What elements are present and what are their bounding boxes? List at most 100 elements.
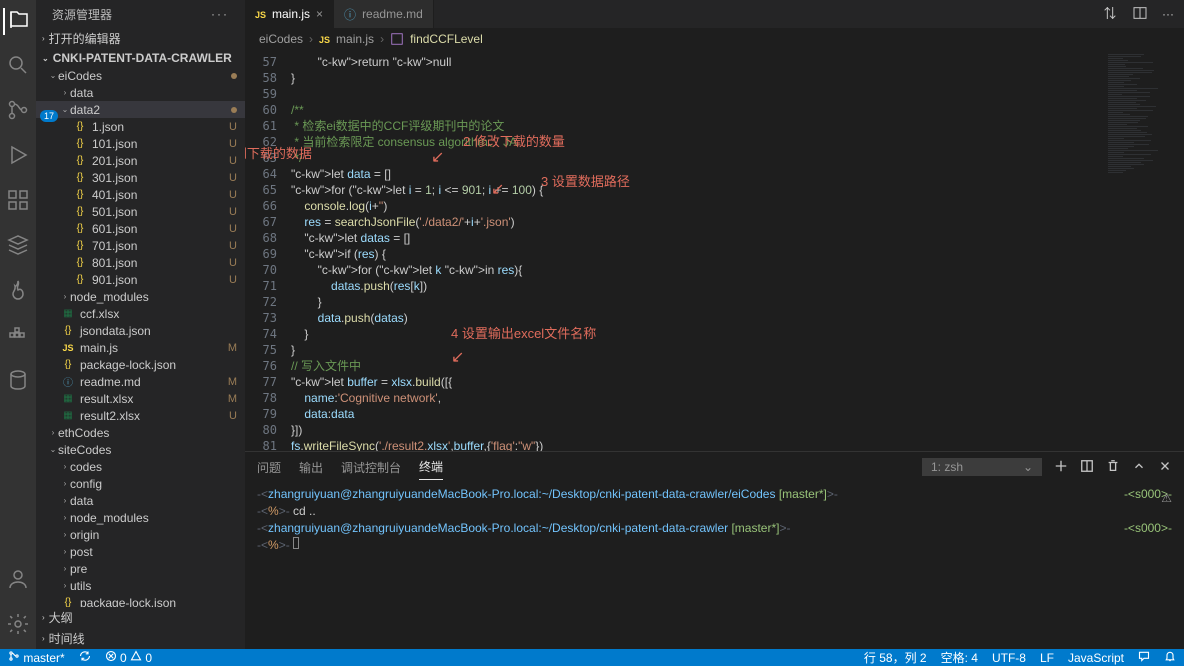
status-bar: master* 0 0 行 58，列 2 空格: 4 UTF-8 LF Java… [0, 649, 1184, 666]
timeline-label: 时间线 [49, 630, 85, 647]
split-editor-icon[interactable] [1132, 5, 1148, 24]
tab-readme[interactable]: readme.md [334, 0, 434, 28]
project-section[interactable]: ⌄CNKI-PATENT-DATA-CRAWLER [36, 49, 245, 67]
term-s000: s000 [1135, 521, 1161, 535]
folder-sub[interactable]: ›data [36, 492, 245, 509]
file-result[interactable]: result.xlsxM [36, 390, 245, 407]
file-json[interactable]: 201.jsonU [36, 152, 245, 169]
json-icon [60, 595, 76, 608]
indent-status[interactable]: 空格: 4 [941, 649, 978, 666]
close-icon[interactable]: × [316, 7, 323, 21]
folder-sub[interactable]: ›codes [36, 458, 245, 475]
file-json[interactable]: 901.jsonU [36, 271, 245, 288]
tab-mainjs[interactable]: main.js× [245, 0, 334, 28]
more-icon[interactable]: ··· [1162, 7, 1174, 21]
file-json[interactable]: 501.jsonU [36, 203, 245, 220]
folder-ethcodes[interactable]: ›ethCodes [36, 424, 245, 441]
js-icon [60, 340, 76, 356]
terminal-selector[interactable]: 1: zsh⌄ [922, 458, 1042, 476]
file-tree: ⌄eiCodes ›data ⌄data2 1.jsonU 101.jsonU … [36, 67, 245, 607]
breadcrumb[interactable]: eiCodes› main.js› findCCFLevel [245, 28, 1184, 50]
cursor-pos[interactable]: 行 58，列 2 [864, 649, 927, 666]
run-debug-icon[interactable] [6, 143, 30, 170]
folder-eicodes[interactable]: ⌄eiCodes [36, 67, 245, 84]
close-panel-icon[interactable] [1158, 459, 1172, 476]
code-editor[interactable]: "c-kw">return "c-kw">null} /** * 检索ei数据中… [291, 50, 1104, 451]
file-label: 401.json [92, 188, 229, 202]
panel-tab-problems[interactable]: 问题 [257, 455, 281, 480]
outline-section[interactable]: ›大纲 [36, 607, 245, 628]
folder-sub[interactable]: ›config [36, 475, 245, 492]
explorer-icon[interactable] [3, 8, 31, 35]
file-json[interactable]: jsondata.json [36, 322, 245, 339]
file-pkglock[interactable]: package-lock.json [36, 594, 245, 607]
panel-tab-terminal[interactable]: 终端 [419, 454, 443, 480]
file-json[interactable]: 401.jsonU [36, 186, 245, 203]
panel-tab-debug[interactable]: 调试控制台 [341, 455, 401, 480]
split-terminal-icon[interactable] [1080, 459, 1094, 476]
scm-badge: 17 [40, 110, 58, 122]
compare-icon[interactable] [1102, 5, 1118, 24]
terminal[interactable]: -<zhangruiyuan@zhangruiyuandeMacBook-Pro… [245, 482, 1184, 649]
sidebar-more-icon[interactable]: ··· [211, 7, 229, 21]
search-icon[interactable] [6, 53, 30, 80]
sync-icon[interactable] [79, 650, 91, 665]
new-terminal-icon[interactable] [1054, 459, 1068, 476]
file-json[interactable]: 801.jsonU [36, 254, 245, 271]
folder-sub[interactable]: ›node_modules [36, 509, 245, 526]
json-icon [72, 238, 88, 254]
crumb: findCCFLevel [410, 32, 483, 46]
file-json[interactable]: 301.jsonU [36, 169, 245, 186]
json-icon [72, 153, 88, 169]
minimap[interactable] [1104, 50, 1184, 451]
file-readme[interactable]: readme.mdM [36, 373, 245, 390]
account-icon[interactable] [6, 567, 30, 594]
fire-icon[interactable] [6, 278, 30, 305]
file-json[interactable]: 601.jsonU [36, 220, 245, 237]
xlsx-icon [60, 306, 76, 322]
panel-tab-output[interactable]: 输出 [299, 455, 323, 480]
file-label: 201.json [92, 154, 229, 168]
file-json[interactable]: 1.jsonU [36, 118, 245, 135]
stack-icon[interactable] [6, 233, 30, 260]
branch-status[interactable]: master* [8, 650, 65, 665]
language-status[interactable]: JavaScript [1068, 651, 1124, 665]
folder-label: pre [70, 562, 237, 576]
panel: 问题 输出 调试控制台 终端 1: zsh⌄ -<zhangruiyuan@zh… [245, 451, 1184, 649]
folder-sub[interactable]: ›origin [36, 526, 245, 543]
file-result2[interactable]: result2.xlsxU [36, 407, 245, 424]
folder-node-modules[interactable]: ›node_modules [36, 288, 245, 305]
feedback-icon[interactable] [1138, 650, 1150, 665]
arrow-icon: ↙ [491, 182, 504, 198]
bell-icon[interactable] [1164, 650, 1176, 665]
folder-sub[interactable]: ›pre [36, 560, 245, 577]
trash-icon[interactable] [1106, 459, 1120, 476]
open-editors-section[interactable]: ›打开的编辑器 [36, 28, 245, 49]
folder-sitecodes[interactable]: ⌄siteCodes [36, 441, 245, 458]
docker-icon[interactable] [6, 323, 30, 350]
timeline-section[interactable]: ›时间线 [36, 628, 245, 649]
file-xlsx[interactable]: ccf.xlsx [36, 305, 245, 322]
git-status: U [229, 410, 237, 422]
extensions-icon[interactable] [6, 188, 30, 215]
folder-sub[interactable]: ›utils [36, 577, 245, 594]
git-status: U [229, 121, 237, 133]
file-pkglock[interactable]: package-lock.json [36, 356, 245, 373]
folder-data[interactable]: ›data [36, 84, 245, 101]
file-json[interactable]: 101.jsonU [36, 135, 245, 152]
source-control-icon[interactable]: 17 [6, 98, 30, 125]
file-json[interactable]: 701.jsonU [36, 237, 245, 254]
folder-sub[interactable]: ›post [36, 543, 245, 560]
warning-icon[interactable]: ⚠ [1161, 491, 1172, 505]
md-icon [60, 374, 76, 390]
annotation-3: 3 设置数据路径 [541, 174, 630, 190]
gear-icon[interactable] [6, 612, 30, 639]
folder-data2[interactable]: ⌄data2 [36, 101, 245, 118]
errors-status[interactable]: 0 0 [105, 650, 152, 665]
chevron-up-icon[interactable] [1132, 459, 1146, 476]
encoding-status[interactable]: UTF-8 [992, 651, 1026, 665]
eol-status[interactable]: LF [1040, 651, 1054, 665]
git-status: U [229, 138, 237, 150]
file-mainjs[interactable]: main.jsM [36, 339, 245, 356]
database-icon[interactable] [6, 368, 30, 395]
